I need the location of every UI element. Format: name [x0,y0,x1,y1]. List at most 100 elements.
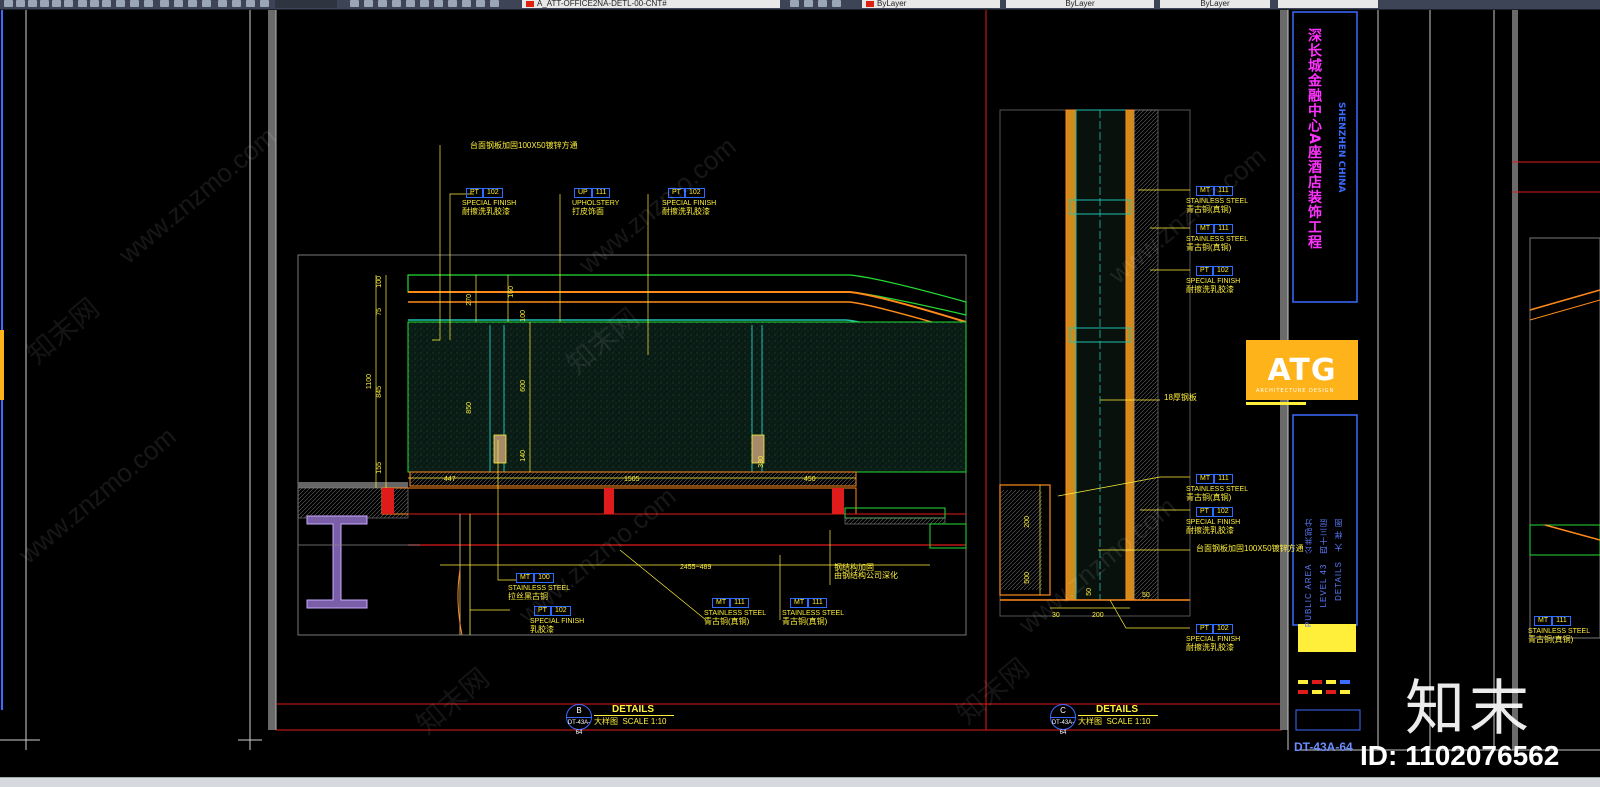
new-file-icon[interactable] [4,0,13,7]
tag-code: MT [790,598,809,608]
save-icon[interactable] [28,0,37,7]
layer-match-icon[interactable] [448,0,457,7]
dim-b-1100: 1100 [366,374,373,390]
tag-c-pt-102-a: PT 102 [1196,266,1233,276]
floor-slab-left [298,482,408,488]
layer-walk-icon[interactable] [462,0,471,7]
drawing-canvas[interactable]: 台面钢板加固100X50镀锌方通 PT 102 SPECIAL FINISH 耐擦洗… [0,10,1600,777]
redo-icon[interactable] [64,0,73,7]
annotation-cn: 打皮饰面 [572,207,604,216]
tag-c-mt-111-c: MT 111 [1196,474,1233,484]
title-block-project-box [1292,11,1358,303]
next-sheet-frame [1529,237,1600,639]
insert-icon[interactable] [144,0,153,7]
paste-icon[interactable] [102,0,111,7]
zoom-window-icon[interactable] [188,0,197,7]
annotation-c-finish-a: SPECIAL FINISH 耐擦洗乳胶漆 [1186,278,1240,294]
annotation-b-bronze-a: STAINLESS STEEL 青古铜(真铜) [704,610,766,626]
atg-logo: ATG ARCHITECTURE DESIGN [1246,340,1358,400]
color-dropdown-value: ByLayer [877,0,907,8]
counter-panel-texture [408,322,966,472]
make-current-icon[interactable] [790,0,799,7]
copy-icon[interactable] [90,0,99,7]
print-icon[interactable] [40,0,49,7]
layer-merge-icon[interactable] [476,0,485,7]
tag-b-mt-111-b: MT 111 [790,598,827,608]
layer-delete-icon[interactable] [490,0,499,7]
workspace-dropdown[interactable] [275,0,337,8]
layer-isolate-icon[interactable] [392,0,401,7]
zoom-previous-icon[interactable] [202,0,211,7]
design-center-icon[interactable] [232,0,241,7]
left-sheet-logo-fragment [0,330,4,400]
zoom-icon[interactable] [174,0,183,7]
annotation-cn: 耐擦洗乳胶漆 [1186,643,1234,652]
dim-b-600: 600 [520,380,527,392]
tag-code: MT [712,598,731,608]
open-file-icon[interactable] [16,0,25,7]
cad-application-window: A_ATT-OFFICE2NA-DETL-00-CNT# ByLayer ByL… [0,0,1600,787]
sheet-area-en: PUBLIC AREA [1304,563,1313,628]
beam-flange-2 [604,488,614,514]
annotation-cn: 18厚钢板 [1164,393,1197,402]
plot-style-dropdown[interactable] [1278,0,1378,8]
annotation-c-bronze-c: STAINLESS STEEL 青古铜(真铜) [1186,486,1248,502]
layer-previous-icon[interactable] [378,0,387,7]
layer-off-icon[interactable] [434,0,443,7]
color-dropdown[interactable]: ByLayer [862,0,1000,8]
properties-icon[interactable] [218,0,227,7]
annotation-cn: 耐擦洗乳胶漆 [462,207,510,216]
lineweight-dropdown[interactable]: ByLayer [1160,0,1270,8]
layer-match-2-icon[interactable] [818,0,827,7]
color-swatch [866,0,874,7]
tool-palettes-icon[interactable] [246,0,255,7]
detail-c-subtitle: 大样图 SCALE 1:10 [1078,716,1151,727]
dim-b-845: 845 [376,386,383,398]
tag-c-pt-102-b: PT 102 [1196,507,1233,517]
detail-b-marker-sheet: DT-43A-64 [567,717,591,738]
annotation-b-upholstery: UPHOLSTERY 打皮饰面 [572,200,619,216]
tag-code: PT [466,188,483,198]
annotation-cn: 青古铜(真铜) [704,617,750,626]
tag-next-mt-111: MT 111 [1534,616,1571,626]
markup-icon[interactable] [260,0,269,7]
tag-c-mt-111-b: MT 111 [1196,224,1233,234]
undo-icon[interactable] [52,0,61,7]
linetype-dropdown-value: ByLayer [1065,0,1095,8]
tag-number: 102 [1212,507,1233,517]
sheet-level-cn: 四十三层 [1319,518,1328,554]
annotation-cn: 台面钢板加固100X50镀锌方通 [1196,544,1304,553]
layer-freeze-icon[interactable] [406,0,415,7]
next-sheet-band [1512,10,1518,750]
dim-b-100: 100 [376,276,383,288]
annotation-c-bronze-b: STAINLESS STEEL 青古铜(真铜) [1186,236,1248,252]
tag-b-up-111: UP 111 [574,188,611,198]
match-properties-icon[interactable] [116,0,125,7]
annotation-b-special-finish-a: SPECIAL FINISH 耐擦洗乳胶漆 [462,200,516,216]
dim-c-50: 50 [1142,592,1150,599]
sheet-title-en: DETAILS [1334,561,1343,601]
layer-state-icon[interactable] [364,0,373,7]
cut-icon[interactable] [78,0,87,7]
annotation-b-steel-struct: 钢结构加固 由钢结构公司深化 [834,564,898,580]
annotation-b-steel-reinforce-cn: 台面钢板加固100X50镀锌方通 [470,141,578,150]
annotation-next-bronze: STAINLESS STEEL 青古铜(真铜) [1528,628,1590,644]
tag-number: 102 [482,188,503,198]
block-icon[interactable] [130,0,139,7]
layer-dropdown[interactable]: A_ATT-OFFICE2NA-DETL-00-CNT# [522,0,780,8]
steel-i-beam [306,515,368,609]
layer-lock-icon[interactable] [420,0,429,7]
dim-b-2455: 2455~489 [680,564,712,571]
dim-b-330: 330 [758,456,765,468]
annotation-cn: 耐擦洗乳胶漆 [1186,285,1234,294]
layer-previous-2-icon[interactable] [804,0,813,7]
beam-flange-3 [832,488,844,514]
pan-icon[interactable] [160,0,169,7]
sheet-left-band [268,10,276,730]
dim-b-75: 75 [376,308,383,316]
detail-b-scale-value: 10 [657,717,667,726]
layer-properties-icon[interactable] [350,0,359,7]
linetype-dropdown[interactable]: ByLayer [1006,0,1154,8]
layer-state-2-icon[interactable] [832,0,841,7]
tag-code: PT [1196,624,1213,634]
